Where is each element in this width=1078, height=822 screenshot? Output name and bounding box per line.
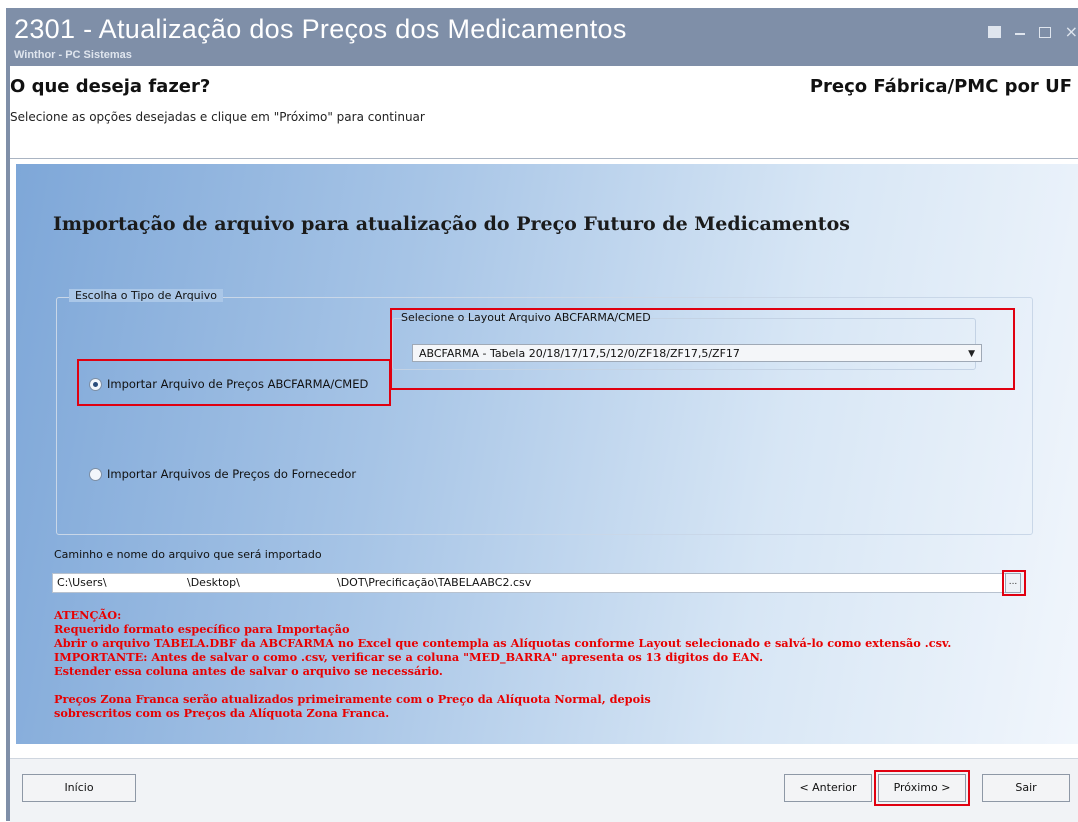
panel-title: Importação de arquivo para atualização d…	[53, 213, 850, 235]
inicio-button[interactable]: Início	[22, 774, 136, 802]
page-title: O que deseja fazer?	[10, 76, 211, 97]
radio-fornecedor-label: Importar Arquivos de Preços do Fornecedo…	[107, 467, 357, 481]
warning-line: sobrescritos com os Preços da Alíquota Z…	[54, 706, 390, 720]
warning-line: ATENÇÃO:	[54, 608, 122, 622]
wizard-header: O que deseja fazer? Selecione as opções …	[10, 66, 1078, 158]
file-type-legend: Escolha o Tipo de Arquivo	[69, 289, 223, 302]
path-part-3: \DOT\Precificação\TABELAABC2.csv	[337, 576, 532, 589]
warning-line: IMPORTANTE: Antes de salvar o como .csv,…	[54, 650, 764, 664]
close-icon[interactable]: ×	[1065, 24, 1078, 40]
radio-unselected-icon[interactable]	[89, 467, 102, 481]
path-part-2: \Desktop\	[187, 576, 240, 589]
sair-button[interactable]: Sair	[982, 774, 1070, 802]
header-divider	[10, 158, 1078, 159]
wizard-panel: Importação de arquivo para atualização d…	[16, 164, 1078, 744]
warning-line	[54, 678, 951, 692]
anterior-button[interactable]: < Anterior	[784, 774, 872, 802]
highlight-proximo	[874, 770, 970, 806]
context-title: Preço Fábrica/PMC por UF	[809, 76, 1072, 97]
warning-text: ATENÇÃO: Requerido formato específico pa…	[54, 608, 951, 720]
path-part-1: C:\Users\	[57, 576, 107, 589]
warning-line: Requerido formato específico para Import…	[54, 622, 350, 636]
highlight-radio	[77, 359, 391, 406]
radio-fornecedor[interactable]: Importar Arquivos de Preços do Fornecedo…	[89, 467, 356, 481]
application-window: 2301 - Atualização dos Preços dos Medica…	[0, 0, 1078, 822]
maximize-icon[interactable]	[1038, 26, 1051, 38]
highlight-browse	[1002, 570, 1026, 596]
wizard-footer: Início < Anterior Próximo > Sair	[10, 758, 1078, 822]
highlight-layout	[390, 308, 1015, 390]
window-title: 2301 - Atualização dos Preços dos Medica…	[14, 14, 627, 44]
window-controls: ×	[987, 22, 1078, 42]
title-bar[interactable]: 2301 - Atualização dos Preços dos Medica…	[6, 8, 1078, 66]
warning-line: Preços Zona Franca serão atualizados pri…	[54, 692, 651, 706]
page-instruction: Selecione as opções desejadas e clique e…	[10, 110, 425, 124]
window-subtitle: Winthor - PC Sistemas	[14, 49, 132, 61]
restore-icon[interactable]	[987, 26, 1001, 38]
window-frame	[6, 66, 10, 821]
warning-line: Estender essa coluna antes de salvar o a…	[54, 664, 443, 678]
minimize-icon[interactable]	[1014, 33, 1025, 35]
warning-line: Abrir o arquivo TABELA.DBF da ABCFARMA n…	[54, 636, 952, 650]
path-label: Caminho e nome do arquivo que será impor…	[54, 548, 322, 561]
file-path-input[interactable]: C:\Users\ \Desktop\ \DOT\Precificação\TA…	[52, 573, 1007, 593]
